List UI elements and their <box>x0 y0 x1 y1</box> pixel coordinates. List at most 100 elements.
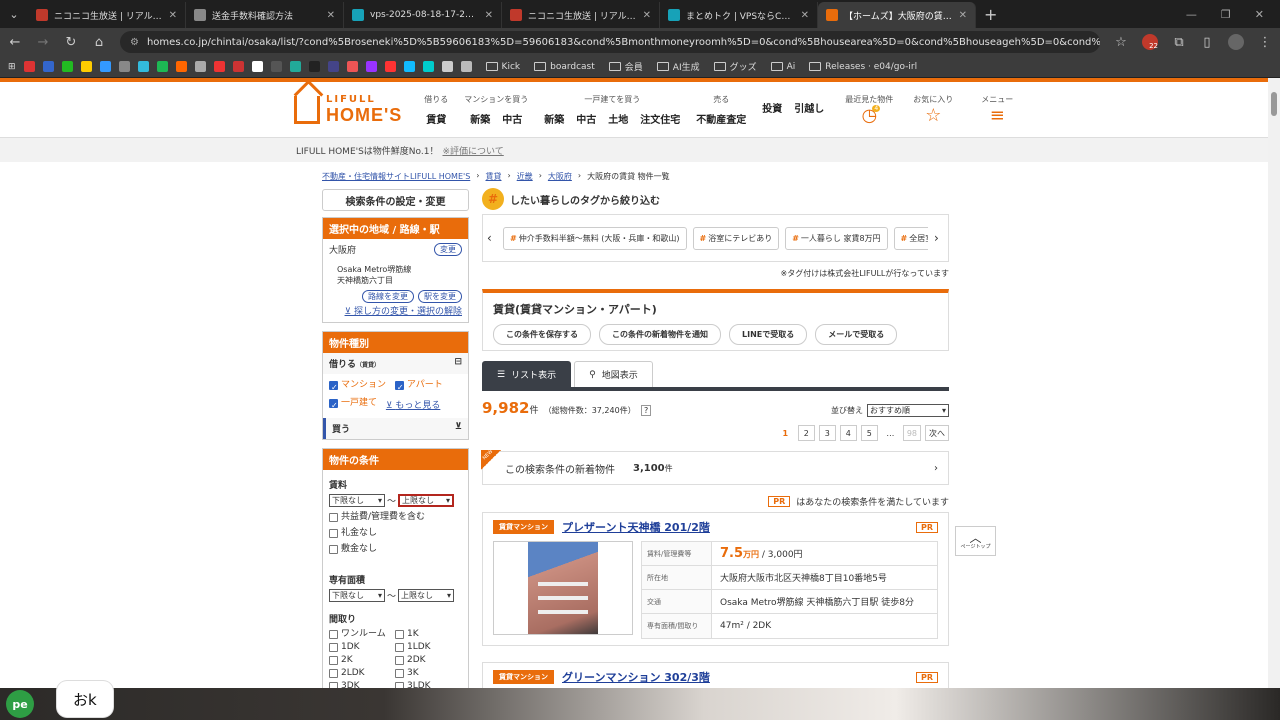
breadcrumb-item[interactable]: 不動産・住宅情報サイトLIFULL HOME'S <box>322 171 470 182</box>
bookmark-favicon[interactable] <box>308 61 320 72</box>
nav-link[interactable]: 新築 <box>470 111 490 126</box>
change-pref-button[interactable]: 変更 <box>434 243 462 256</box>
sidepanel-icon[interactable]: ▯ <box>1200 35 1214 50</box>
breadcrumb-item[interactable]: 大阪府 <box>548 171 572 182</box>
bookmark-folder[interactable]: 会員 <box>608 60 643 73</box>
apps-icon[interactable]: ⊞ <box>8 62 16 72</box>
bookmark-favicon[interactable] <box>213 61 225 72</box>
tab-map-view[interactable]: ⚲ 地図表示 <box>574 361 653 387</box>
home-icon[interactable]: ⌂ <box>92 35 106 50</box>
bookmark-folder[interactable]: AI生成 <box>656 60 700 73</box>
bookmark-favicon[interactable] <box>441 61 453 72</box>
page-link[interactable]: 2 <box>797 425 815 441</box>
bookmark-folder[interactable]: Releases · e04/go-irl <box>809 60 917 73</box>
bookmark-favicon[interactable] <box>118 61 130 72</box>
page-link[interactable]: 98 <box>902 425 921 441</box>
chevron-left-icon[interactable]: ‹ <box>487 231 497 245</box>
page-link[interactable]: 次へ <box>925 425 949 441</box>
nav-link[interactable]: 注文住宅 <box>640 111 680 126</box>
nav-link[interactable]: 新築 <box>544 111 564 126</box>
breadcrumb-item[interactable]: 近畿 <box>517 171 533 182</box>
condition-button[interactable]: この条件の新着物件を通知 <box>599 324 721 345</box>
browser-tab[interactable]: 送金手数料確認方法 ✕ <box>186 2 344 28</box>
search-settings-button[interactable]: 検索条件の設定・変更 <box>322 189 469 211</box>
layout-checkbox[interactable]: 1K <box>395 628 455 640</box>
rent-subhead[interactable]: 借りる（賃貸） ⊟ <box>323 353 468 374</box>
lifull-homes-logo[interactable]: LIFULL HOME'S <box>294 94 402 126</box>
tab-close-icon[interactable]: ✕ <box>485 10 493 21</box>
browser-menu-icon[interactable]: ⋮ <box>1258 35 1272 50</box>
page-link[interactable]: 3 <box>818 425 836 441</box>
browser-tab[interactable]: ニコニコ生放送 | リアルタイムランキング ✕ <box>28 2 186 28</box>
page-link[interactable]: 4 <box>839 425 857 441</box>
tag-chip[interactable]: # 一人暮らし 家賃8万円 <box>785 226 888 250</box>
help-icon[interactable]: ? <box>640 405 652 416</box>
change-station-button[interactable]: 駅を変更 <box>418 290 462 303</box>
layout-checkbox[interactable]: 2LDK <box>329 667 389 679</box>
page-scrollbar[interactable] <box>1268 78 1280 720</box>
bookmark-favicon[interactable] <box>42 61 54 72</box>
tag-chip[interactable]: # 仲介手数料半額〜無料 (大阪・兵庫・和歌山) <box>503 226 687 250</box>
condition-button[interactable]: メールで受取る <box>815 324 898 345</box>
maximize-icon[interactable]: ❐ <box>1221 8 1231 21</box>
bookmark-favicon[interactable] <box>270 61 282 72</box>
browser-tab[interactable]: 【ホームズ】大阪府の賃貸 物件一覧 ✕ <box>818 2 976 28</box>
bookmark-favicon[interactable] <box>403 61 415 72</box>
tab-close-icon[interactable]: ✕ <box>327 10 335 21</box>
page-link[interactable]: 1 <box>777 425 794 441</box>
layout-checkbox[interactable]: 2DK <box>395 654 455 666</box>
area-max-select[interactable]: 上限なし ▾ <box>398 589 455 602</box>
page-top-button[interactable]: ︿ ページトップ <box>955 526 996 556</box>
nav-link[interactable]: 不動産査定 <box>696 111 746 126</box>
extension-puzzle-icon[interactable]: ⧉ <box>1172 35 1186 50</box>
tab-search-icon[interactable]: ⌄ <box>4 4 24 24</box>
rent-min-select[interactable]: 下限なし ▾ <box>329 494 385 507</box>
new-listings-link[interactable]: NEW この検索条件の新着物件 3,100件 › <box>481 449 949 485</box>
layout-checkbox[interactable]: ワンルーム <box>329 628 389 640</box>
expand-icon[interactable]: ⊻ <box>455 422 462 435</box>
area-min-select[interactable]: 下限なし ▾ <box>329 589 385 602</box>
bookmark-folder[interactable]: Kick <box>485 60 520 73</box>
bookmark-favicon[interactable] <box>460 61 472 72</box>
tab-close-icon[interactable]: ✕ <box>643 10 651 21</box>
bookmark-favicon[interactable] <box>23 61 35 72</box>
nav-link[interactable]: 投資 <box>762 100 782 115</box>
sort-select[interactable]: おすすめ順 ▾ <box>867 404 949 417</box>
browser-tab[interactable]: まとめトク | VPSならConoHa ✕ <box>660 2 818 28</box>
layout-checkbox[interactable]: 2K <box>329 654 389 666</box>
bookmark-folder[interactable]: グッズ <box>713 60 757 73</box>
tab-list-view[interactable]: ☰ リスト表示 <box>482 361 572 387</box>
bookmark-favicon[interactable] <box>194 61 206 72</box>
condition-button[interactable]: この条件を保存する <box>493 324 591 345</box>
property-name-link[interactable]: グリーンマンション 302/3階 <box>562 669 710 685</box>
property-card[interactable]: 賃貸マンション プレザーント天神橋 201/2階 PR 賃料/管理費等 7.5万… <box>482 512 949 646</box>
layout-checkbox[interactable]: 3K <box>395 667 455 679</box>
scrollbar-thumb[interactable] <box>1271 92 1277 116</box>
site-info-icon[interactable]: ⚙ <box>130 37 139 48</box>
bookmark-favicon[interactable] <box>346 61 358 72</box>
back-icon[interactable]: ← <box>8 35 22 50</box>
address-bar[interactable]: ⚙ homes.co.jp/chintai/osaka/list/?cond%5… <box>120 31 1100 53</box>
bookmark-favicon[interactable] <box>232 61 244 72</box>
header-icon-button[interactable]: メニュー ≡ <box>972 94 1022 125</box>
nav-link[interactable]: 中古 <box>576 111 596 126</box>
more-types-link[interactable]: ⊻ もっと見る <box>386 401 440 411</box>
collapse-icon[interactable]: ⊟ <box>454 357 462 370</box>
rent-option-checkbox[interactable]: 敷金なし <box>329 543 377 556</box>
bookmark-favicon[interactable] <box>365 61 377 72</box>
bookmark-folder[interactable]: boardcast <box>534 60 595 73</box>
header-icon-button[interactable]: 最近見た物件 ◷ 4 <box>844 94 894 125</box>
buy-subhead[interactable]: 買う ⊻ <box>323 418 468 439</box>
tab-close-icon[interactable]: ✕ <box>169 10 177 21</box>
bookmark-favicon[interactable] <box>99 61 111 72</box>
chevron-right-icon[interactable]: › <box>934 231 944 245</box>
close-window-icon[interactable]: ✕ <box>1255 8 1264 21</box>
rent-option-checkbox[interactable]: 礼金なし <box>329 527 377 540</box>
bookmark-favicon[interactable] <box>80 61 92 72</box>
header-icon-button[interactable]: お気に入り ☆ <box>908 94 958 125</box>
tab-close-icon[interactable]: ✕ <box>959 10 967 21</box>
page-link[interactable]: 5 <box>860 425 878 441</box>
nav-link[interactable]: 引越し <box>794 100 824 115</box>
property-name-link[interactable]: プレザーント天神橋 201/2階 <box>562 519 710 535</box>
browser-tab[interactable]: ニコニコ生放送 | リアルタイムランキング ✕ <box>502 2 660 28</box>
